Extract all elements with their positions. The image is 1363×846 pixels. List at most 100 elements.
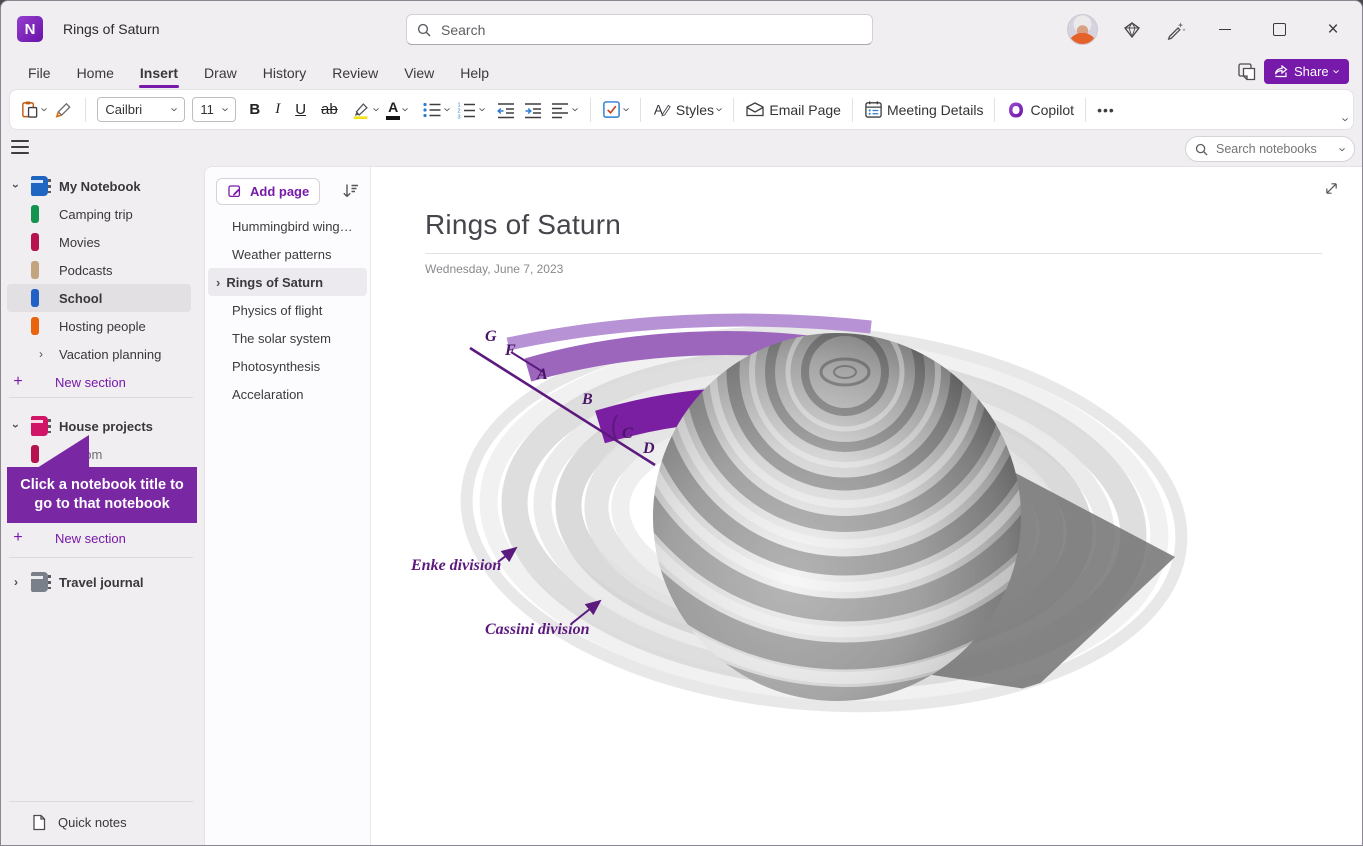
menu-bar: File Home Insert Draw History Review Vie…: [1, 58, 1363, 87]
close-button[interactable]: ×: [1318, 15, 1348, 45]
page-title[interactable]: Rings of Saturn: [425, 209, 621, 241]
copilot-button[interactable]: Copilot: [1006, 100, 1074, 120]
styles-button[interactable]: A Styles ›: [652, 101, 722, 119]
page-item-selected[interactable]: › Rings of Saturn: [208, 268, 367, 296]
chevron-down-icon[interactable]: ›: [620, 107, 633, 111]
menu-review[interactable]: Review: [319, 60, 391, 86]
increase-indent-button[interactable]: [523, 101, 543, 119]
section-podcasts[interactable]: Podcasts: [1, 256, 197, 284]
chevron-down-icon[interactable]: ›: [441, 107, 454, 111]
font-size-select[interactable]: 11›: [192, 97, 236, 122]
add-page-button[interactable]: Add page: [216, 178, 320, 205]
menu-insert[interactable]: Insert: [127, 60, 191, 86]
chevron-down-icon[interactable]: ›: [477, 107, 490, 111]
sort-pages-icon[interactable]: [340, 181, 360, 201]
expand-page-icon[interactable]: [1323, 180, 1340, 197]
section-camping-trip[interactable]: Camping trip: [1, 200, 197, 228]
whats-new-icon[interactable]: [1166, 20, 1186, 40]
premium-diamond-icon[interactable]: [1122, 20, 1142, 40]
page-item[interactable]: Hummingbird wing…: [205, 212, 370, 240]
italic-button[interactable]: I: [275, 101, 280, 118]
todo-tag-button[interactable]: ›: [602, 100, 629, 119]
bold-button[interactable]: B: [249, 101, 260, 118]
page-item[interactable]: The solar system: [205, 324, 370, 352]
share-button[interactable]: Share ›: [1264, 59, 1349, 84]
quick-notes-button[interactable]: Quick notes: [1, 808, 197, 836]
section-hosting-people[interactable]: Hosting people: [1, 312, 197, 340]
search-input[interactable]: [439, 21, 862, 39]
notebook-travel-journal[interactable]: › Travel journal: [1, 568, 197, 596]
menu-draw[interactable]: Draw: [191, 60, 250, 86]
highlight-button[interactable]: ›: [351, 100, 379, 120]
section-movies[interactable]: Movies: [1, 228, 197, 256]
menu-help[interactable]: Help: [447, 60, 502, 86]
paste-button[interactable]: ›: [20, 100, 47, 119]
ring-label-g: G: [485, 328, 497, 345]
menu-view[interactable]: View: [391, 60, 447, 86]
onenote-logo-icon[interactable]: N: [17, 16, 43, 42]
search-notebooks-box[interactable]: ›: [1185, 136, 1355, 162]
menu-file[interactable]: File: [15, 60, 64, 86]
bullet-list-button[interactable]: ›: [422, 101, 450, 119]
minimize-button[interactable]: [1210, 15, 1240, 45]
maximize-button[interactable]: [1264, 15, 1294, 45]
chevron-down-icon[interactable]: ›: [1336, 147, 1349, 151]
search-notebooks-input[interactable]: [1214, 141, 1335, 157]
email-page-label: Email Page: [769, 102, 841, 118]
sidebar-divider: [9, 801, 193, 802]
page-date: Wednesday, June 7, 2023: [425, 262, 563, 276]
decrease-indent-button[interactable]: [496, 101, 516, 119]
more-commands-button[interactable]: •••: [1097, 102, 1115, 118]
font-name-select[interactable]: Cailbri›: [97, 97, 185, 122]
font-color-button[interactable]: A ›: [386, 99, 408, 119]
new-section-label: New section: [55, 375, 126, 390]
chevron-right-icon[interactable]: ›: [23, 348, 59, 360]
page-list-panel: Add page Hummingbird wing… Weather patte…: [205, 167, 371, 845]
page-item[interactable]: Accelaration: [205, 380, 370, 408]
new-section-button[interactable]: + New section: [1, 368, 197, 396]
menu-history[interactable]: History: [250, 60, 320, 86]
chevron-down-icon[interactable]: ›: [570, 107, 583, 111]
email-page-button[interactable]: Email Page: [745, 102, 841, 118]
meeting-details-label: Meeting Details: [887, 102, 984, 118]
section-group-vacation-planning[interactable]: › Vacation planning: [1, 340, 197, 368]
chevron-down-icon[interactable]: ›: [400, 107, 413, 111]
format-painter-button[interactable]: [54, 100, 74, 119]
page-item[interactable]: Photosynthesis: [205, 352, 370, 380]
alignment-button[interactable]: ›: [550, 101, 578, 119]
underline-button[interactable]: U: [295, 101, 306, 118]
section-label: Hosting people: [59, 319, 146, 334]
page-item[interactable]: Physics of flight: [205, 296, 370, 324]
chevron-right-icon[interactable]: ›: [216, 276, 220, 289]
format-painter-icon: [54, 100, 74, 119]
share-label: Share: [1294, 64, 1329, 79]
chevron-down-icon[interactable]: ›: [10, 411, 22, 441]
section-color-tab: [31, 445, 39, 463]
page-label: Hummingbird wing…: [232, 219, 353, 234]
section-label: Podcasts: [59, 263, 112, 278]
chevron-right-icon[interactable]: ›: [1, 576, 31, 588]
collapse-ribbon-chevron-icon[interactable]: ›: [1339, 117, 1352, 121]
page-item[interactable]: Weather patterns: [205, 240, 370, 268]
section-partially-hidden[interactable]: oom: [1, 440, 197, 468]
chevron-down-icon[interactable]: ›: [39, 107, 52, 111]
enke-division-label: Enke division: [410, 557, 501, 574]
global-search-box[interactable]: [406, 14, 873, 45]
content-area: Add page Hummingbird wing… Weather patte…: [204, 166, 1362, 845]
new-section-button[interactable]: + New section: [1, 524, 197, 552]
page-canvas[interactable]: Rings of Saturn Wednesday, June 7, 2023: [371, 167, 1362, 845]
dock-window-icon[interactable]: [1236, 61, 1258, 83]
notebook-house-projects[interactable]: › House projects: [1, 412, 197, 440]
numbered-list-button[interactable]: 123 ›: [457, 101, 485, 119]
account-avatar[interactable]: [1067, 14, 1098, 45]
notebook-my-notebook[interactable]: › My Notebook: [1, 172, 197, 200]
meeting-details-button[interactable]: Meeting Details: [864, 100, 984, 119]
chevron-down-icon[interactable]: ›: [714, 107, 727, 111]
chevron-down-icon[interactable]: ›: [10, 171, 22, 201]
new-section-label: New section: [55, 531, 126, 546]
chevron-down-icon[interactable]: ›: [370, 107, 383, 111]
section-color-tab: [31, 261, 39, 279]
menu-home[interactable]: Home: [64, 60, 127, 86]
section-school-selected[interactable]: School: [7, 284, 191, 312]
strikethrough-button[interactable]: ab: [321, 101, 338, 118]
